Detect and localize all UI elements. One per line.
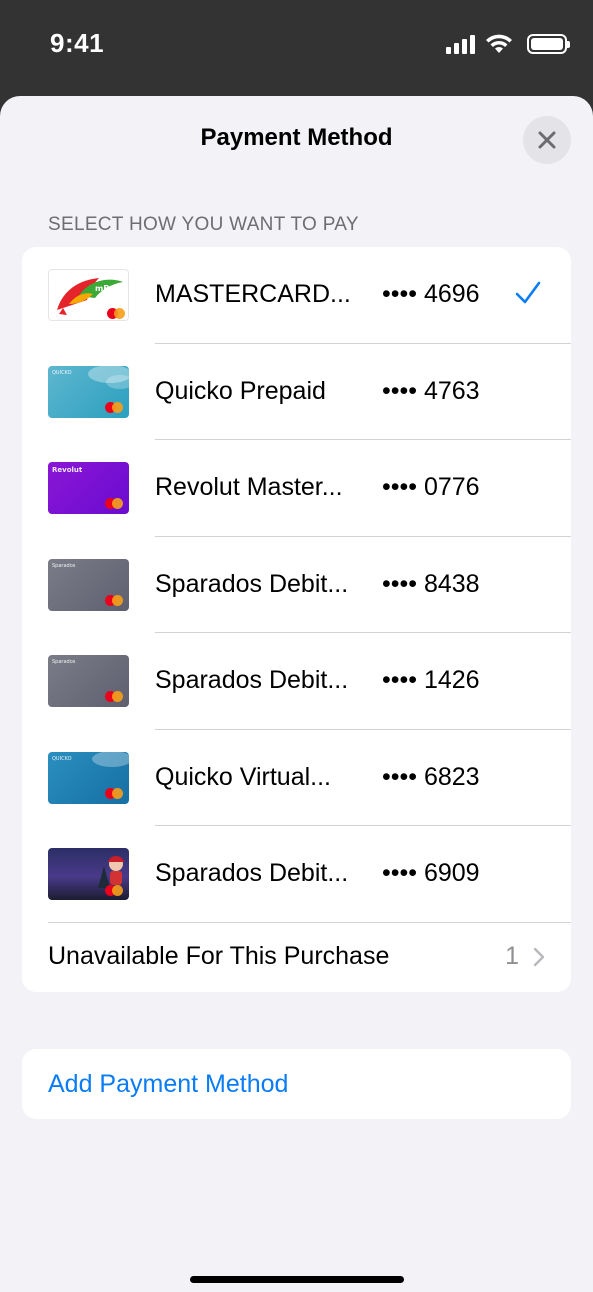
mastercard-logo-icon bbox=[105, 787, 123, 800]
card-last-digits: •••• 6909 bbox=[382, 859, 480, 887]
card-thumbnail-revolut: Revolut bbox=[48, 462, 129, 514]
card-last-digits: •••• 8438 bbox=[382, 569, 480, 598]
card-brand-text: Sparados bbox=[52, 562, 76, 569]
payment-method-sheet: Payment Method SELECT HOW YOU WANT TO PA… bbox=[0, 96, 593, 1292]
mastercard-logo-icon bbox=[105, 401, 123, 414]
card-row-quicko-4763[interactable]: QUICKO Quicko Prepaid •••• 4763 bbox=[22, 344, 571, 440]
card-name: Quicko Prepaid bbox=[155, 376, 326, 405]
unavailable-for-purchase-row[interactable]: Unavailable For This Purchase 1 bbox=[22, 922, 571, 992]
card-brand-text: Sparados bbox=[52, 659, 76, 665]
card-name: Revolut Master... bbox=[155, 473, 343, 501]
close-icon bbox=[538, 131, 556, 149]
card-thumbnail-quicko: QUICKO bbox=[48, 365, 129, 418]
battery-icon bbox=[527, 34, 570, 54]
unavailable-label: Unavailable For This Purchase bbox=[48, 942, 390, 970]
card-name: Sparados Debit... bbox=[155, 666, 349, 694]
card-row-sparados-1426[interactable]: Sparados Sparados Debit... •••• 1426 bbox=[22, 633, 571, 730]
card-thumbnail-mbank: mBank bbox=[48, 269, 129, 321]
card-last-digits: •••• 6823 bbox=[382, 762, 480, 791]
card-row-mastercard-4696[interactable]: mBank MASTERCARD... •••• 4696 bbox=[22, 247, 571, 344]
mastercard-logo-icon bbox=[105, 691, 123, 703]
add-payment-method-label: Add Payment Method bbox=[48, 1070, 289, 1098]
mastercard-logo-icon bbox=[105, 594, 123, 607]
card-thumbnail-sparados: Sparados bbox=[48, 558, 129, 611]
sheet-title: Payment Method bbox=[200, 124, 393, 151]
card-thumbnail-sparados: Sparados bbox=[48, 655, 129, 707]
card-last-digits: •••• 0776 bbox=[382, 473, 480, 501]
home-indicator[interactable] bbox=[190, 1276, 404, 1283]
card-brand-text: QUICKO bbox=[52, 755, 72, 762]
mastercard-logo-icon bbox=[105, 498, 123, 510]
unavailable-count: 1 bbox=[505, 942, 519, 970]
mastercard-logo-icon bbox=[105, 885, 123, 897]
card-name: Sparados Debit... bbox=[155, 859, 349, 887]
mastercard-logo-icon bbox=[107, 308, 125, 320]
card-brand-text: Revolut bbox=[52, 466, 83, 474]
card-name: Sparados Debit... bbox=[155, 569, 349, 598]
cellular-signal-icon bbox=[446, 34, 475, 54]
card-last-digits: •••• 4696 bbox=[382, 280, 480, 308]
card-last-digits: •••• 4763 bbox=[382, 376, 480, 405]
card-thumbnail-quicko-virtual: QUICKO bbox=[48, 751, 129, 804]
status-time: 9:41 bbox=[50, 28, 105, 58]
card-thumbnail-sparados-photo bbox=[48, 848, 129, 900]
card-brand-text: QUICKO bbox=[52, 369, 72, 376]
close-button[interactable] bbox=[523, 116, 571, 164]
card-row-revolut-0776[interactable]: Revolut Revolut Master... •••• 0776 bbox=[22, 440, 571, 537]
card-row-sparados-6909[interactable]: Sparados Debit... •••• 6909 bbox=[22, 826, 571, 923]
wifi-icon bbox=[486, 34, 512, 53]
add-payment-method-button[interactable]: Add Payment Method bbox=[22, 1049, 571, 1119]
card-last-digits: •••• 1426 bbox=[382, 666, 480, 694]
card-name: Quicko Virtual... bbox=[155, 762, 332, 791]
checkmark-icon bbox=[515, 281, 541, 304]
card-list: mBank MASTERCARD... •••• 4696 QUICKO Qui… bbox=[22, 247, 571, 992]
status-icons bbox=[446, 34, 570, 54]
card-row-sparados-8438[interactable]: Sparados Sparados Debit... •••• 8438 bbox=[22, 537, 571, 633]
chevron-right-icon bbox=[533, 947, 545, 967]
card-brand-text: mBank bbox=[95, 284, 126, 293]
section-header: SELECT HOW YOU WANT TO PAY bbox=[48, 214, 359, 235]
card-name: MASTERCARD... bbox=[155, 280, 351, 308]
card-row-quicko-6823[interactable]: QUICKO Quicko Virtual... •••• 6823 bbox=[22, 730, 571, 826]
status-bar: 9:41 bbox=[0, 0, 593, 96]
